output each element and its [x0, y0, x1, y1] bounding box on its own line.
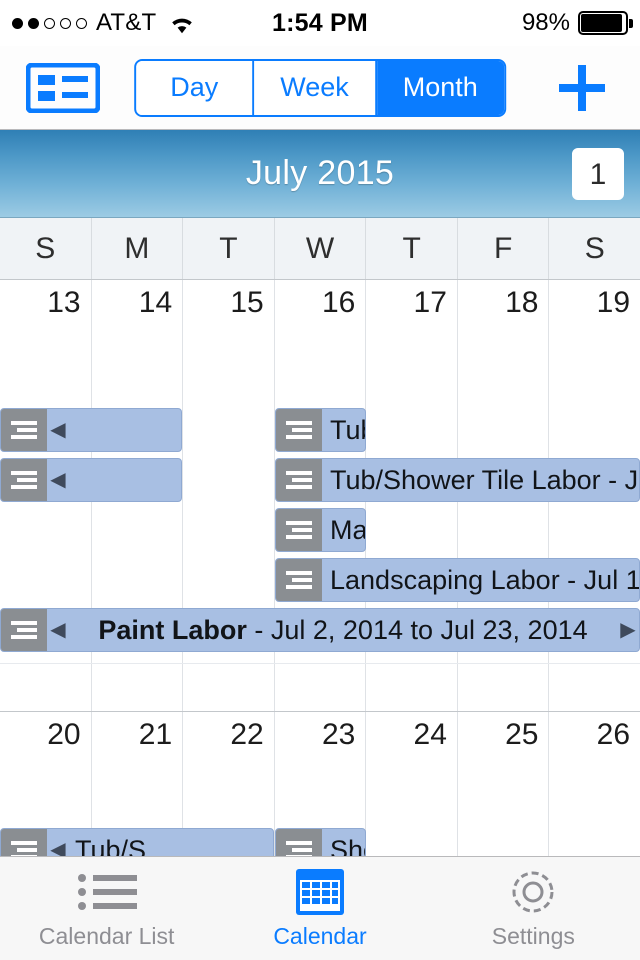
weekday-wed: W [275, 218, 367, 279]
battery-icon [578, 11, 633, 35]
plus-icon[interactable] [554, 60, 610, 116]
event-drag-handle[interactable] [1, 459, 47, 501]
event-title: Mai [330, 514, 365, 545]
event-title: Tub/Shower Tile Labor - Jul. [330, 464, 639, 495]
weekday-sun: S [0, 218, 92, 279]
app-root: AT&T 1:54 PM 98% Day Week Month July 201… [0, 0, 640, 960]
tab-calendar-list[interactable]: Calendar List [0, 857, 213, 960]
event-bar[interactable]: Tub/Shower Tile Labor - Jul. [275, 458, 640, 502]
tab-settings[interactable]: Settings [427, 857, 640, 960]
event-title-rest: - Jul 2, 2014 to Jul 23, 2014 [246, 614, 588, 645]
today-calendar-icon[interactable]: 1 [572, 147, 624, 200]
segment-day[interactable]: Day [136, 60, 255, 115]
event-drag-handle[interactable] [276, 459, 322, 501]
status-bar: AT&T 1:54 PM 98% [0, 0, 640, 46]
tab-bar: Calendar List Calendar Settings [0, 856, 640, 960]
status-bar-right: 98% [521, 9, 633, 37]
view-mode-segmented-control[interactable]: Day Week Month [134, 58, 506, 117]
tab-label: Settings [491, 923, 575, 949]
event-title: Tub [330, 414, 365, 445]
calendar-list-icon[interactable] [26, 62, 100, 113]
event-bar[interactable]: Mai [275, 508, 366, 552]
tab-calendar[interactable]: Calendar [213, 857, 426, 960]
month-header: July 2015 1 [0, 130, 640, 218]
navigation-bar: Day Week Month [0, 46, 640, 130]
week-1-events: ◀ ◀ Tu Tub/Shower Tile Labor - Jul. M La… [0, 280, 640, 711]
weekday-fri: F [458, 218, 550, 279]
event-bar[interactable]: ◀ Paint Labor - Jul 2, 2014 to Jul 23, 2… [0, 608, 640, 652]
segment-week[interactable]: Week [254, 60, 377, 115]
event-drag-handle[interactable] [276, 559, 322, 601]
weekday-header-row: S M T W T F S [0, 218, 640, 280]
tab-label: Calendar [273, 923, 367, 949]
event-drag-handle[interactable] [1, 609, 47, 651]
segment-month[interactable]: Month [376, 60, 504, 115]
event-bar[interactable]: Tub [275, 408, 366, 452]
event-bar[interactable]: ◀ [0, 408, 182, 452]
event-title: Landscaping Labor - Jul 16, [330, 564, 639, 595]
calendar-grid: 13 14 15 16 17 18 19 ◀ ◀ Tu Tub/Shower T… [0, 280, 640, 924]
event-drag-handle[interactable] [1, 409, 47, 451]
event-bar[interactable]: Landscaping Labor - Jul 16, [275, 558, 640, 602]
weekday-thu: T [366, 218, 458, 279]
event-bar[interactable]: ◀ [0, 458, 182, 502]
continues-right-arrow: ▶ [620, 619, 636, 641]
gear-icon [507, 867, 559, 917]
event-title: Paint Labor - Jul 2, 2014 to Jul 23, 201… [69, 615, 617, 646]
battery-percent-label: 98% [521, 9, 570, 36]
tab-label: Calendar List [38, 923, 175, 949]
weekday-tue: T [183, 218, 275, 279]
week-row-1: 13 14 15 16 17 18 19 ◀ ◀ Tu Tub/Shower T… [0, 280, 640, 712]
list-icon [75, 867, 139, 917]
calendar-icon [295, 867, 345, 917]
page-title: July 2015 [245, 154, 395, 192]
weekday-mon: M [92, 218, 184, 279]
event-drag-handle[interactable] [276, 509, 322, 551]
event-drag-handle[interactable] [276, 409, 322, 451]
event-title-bold: Paint Labor [98, 614, 247, 645]
continues-left-arrow: ◀ [50, 469, 66, 491]
continues-left-arrow: ◀ [50, 419, 66, 441]
continues-left-arrow: ◀ [50, 619, 66, 641]
weekday-sat: S [584, 231, 605, 265]
